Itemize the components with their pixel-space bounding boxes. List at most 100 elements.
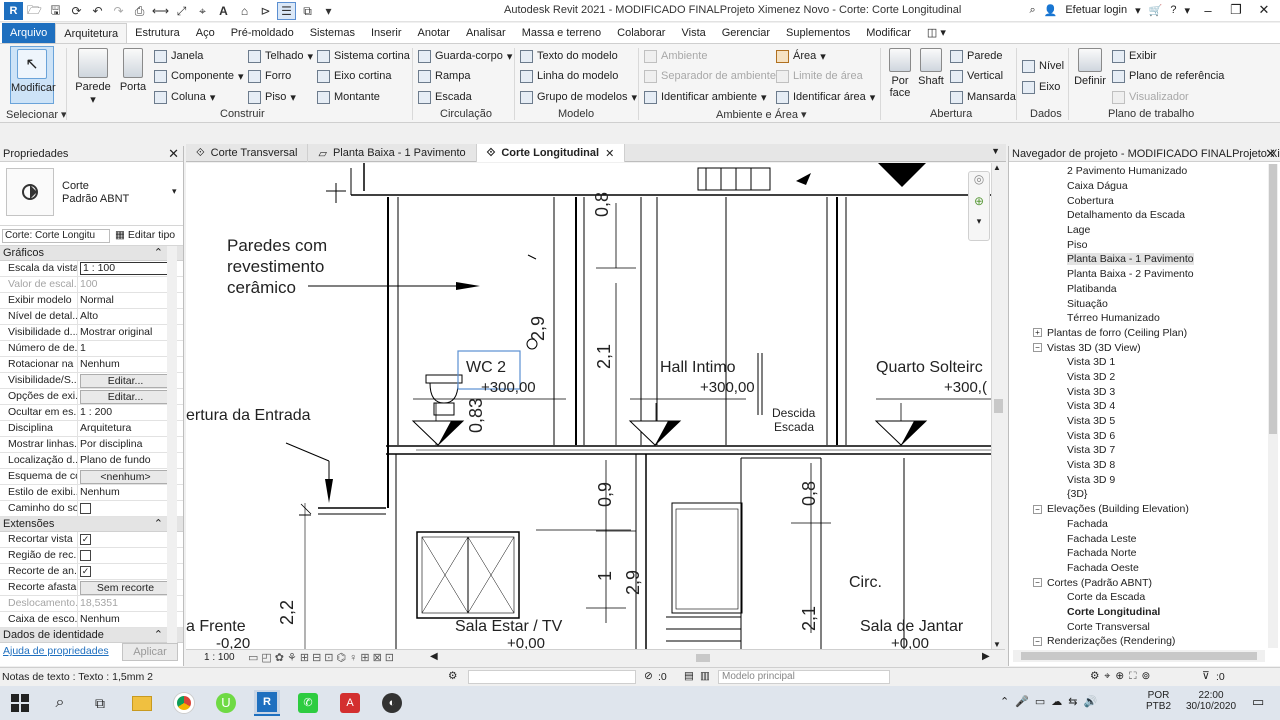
piso-button[interactable]: Piso ▾	[248, 88, 296, 106]
tab-sistemas[interactable]: Sistemas	[302, 23, 363, 43]
eixo-button[interactable]: Eixo	[1022, 78, 1060, 96]
upwork-icon[interactable]: U	[214, 691, 238, 715]
browser-node[interactable]: Corte Longitudinal	[1009, 605, 1267, 620]
browser-node[interactable]: Fachada Leste	[1009, 531, 1267, 546]
collapse-icon[interactable]: −	[1033, 578, 1042, 588]
rampa-button[interactable]: Rampa	[418, 67, 470, 85]
scroll-left-icon[interactable]: ◀	[430, 651, 438, 662]
scroll-thumb[interactable]	[1269, 164, 1277, 434]
tab-gerenciar[interactable]: Gerenciar	[714, 23, 778, 43]
browser-node[interactable]: Platibanda	[1009, 282, 1267, 297]
janela-button[interactable]: Janela	[154, 47, 203, 65]
forro-button[interactable]: Forro	[248, 67, 291, 85]
sync-icon[interactable]: ⟳	[67, 2, 86, 20]
porta-button[interactable]: Porta	[116, 46, 150, 104]
close-icon[interactable]: ✕	[168, 146, 179, 162]
area-button[interactable]: Área ▾	[776, 47, 826, 65]
browser-node[interactable]: Corte Transversal	[1009, 619, 1267, 634]
label-descida[interactable]: Descida	[772, 406, 815, 420]
login-button[interactable]: Efetuar login	[1065, 4, 1127, 16]
instance-filter-dropdown[interactable]: Corte: Corte Longitu	[2, 229, 110, 243]
telhado-button[interactable]: Telhado ▾	[248, 47, 313, 65]
open-icon[interactable]: 🗁	[25, 2, 44, 20]
tag-icon[interactable]: ⌖	[193, 2, 212, 20]
save-icon[interactable]: 🖫	[46, 2, 65, 20]
close-icon[interactable]: ✕	[1254, 2, 1274, 18]
print-icon[interactable]: ⎙	[130, 2, 149, 20]
tab-estrutura[interactable]: Estrutura	[127, 23, 188, 43]
revit-logo-icon[interactable]: R	[4, 2, 23, 20]
selecionar-panel-label[interactable]: Selecionar ▾	[6, 108, 67, 121]
browser-node[interactable]: {3D}	[1009, 487, 1267, 502]
properties-scrollbar[interactable]	[167, 246, 177, 646]
collapse-icon[interactable]: ⌃	[154, 628, 163, 641]
nivel-button[interactable]: Nível	[1022, 57, 1064, 75]
dim-text[interactable]: 0,83	[466, 398, 487, 433]
browser-node[interactable]: Caixa Dágua	[1009, 179, 1267, 194]
edit-type-button[interactable]: ▦ Editar tipo	[115, 229, 175, 241]
tabs-dropdown-icon[interactable]: ▼	[985, 144, 1006, 161]
tab-analisar[interactable]: Analisar	[458, 23, 514, 43]
label-cobertura-entrada[interactable]: ertura da Entrada	[186, 407, 311, 425]
browser-vertical-scrollbar[interactable]	[1268, 164, 1278, 648]
room-hall[interactable]: Hall Intimo	[660, 359, 736, 377]
escada-button[interactable]: Escada	[418, 88, 472, 106]
scroll-down-icon[interactable]: ▼	[993, 640, 1001, 649]
montante-button[interactable]: Montante	[317, 88, 380, 106]
browser-node[interactable]: Fachada Norte	[1009, 546, 1267, 561]
browser-node[interactable]: Detalhamento da Escada	[1009, 208, 1267, 223]
help-link[interactable]: Ajuda de propriedades	[3, 645, 109, 657]
edit-visibility-button[interactable]: Editar...	[80, 374, 171, 388]
dim-text[interactable]: 0,8	[592, 192, 613, 217]
browser-node[interactable]: Situação	[1009, 296, 1267, 311]
3d-view-icon[interactable]: ⌂	[235, 2, 254, 20]
guarda-corpo-button[interactable]: Guarda-corpo ▾	[418, 47, 512, 65]
parede-abertura-button[interactable]: Parede	[950, 47, 1002, 65]
scroll-up-icon[interactable]: ▲	[993, 163, 1001, 172]
plano-referencia-button[interactable]: Plano de referência	[1112, 67, 1224, 85]
annotation-crop-checkbox[interactable]: ✓	[80, 566, 91, 577]
customize-qat-icon[interactable]: ▾	[319, 2, 338, 20]
separador-ambiente-button[interactable]: Separador de ambiente	[644, 67, 776, 85]
dim-text[interactable]: 2,1	[594, 344, 615, 369]
browser-node[interactable]: Corte da Escada	[1009, 590, 1267, 605]
browser-node[interactable]: − Elevações (Building Elevation)	[1009, 502, 1267, 517]
scroll-thumb[interactable]	[1021, 652, 1257, 660]
ambiente-button[interactable]: Ambiente	[644, 47, 707, 65]
room-quarto[interactable]: Quarto Solteirc	[876, 359, 983, 377]
close-icon[interactable]: ✕	[1265, 146, 1276, 162]
note-paredes[interactable]: Paredes com revestimento cerâmico	[227, 235, 327, 298]
parede-button[interactable]: Parede ▾	[72, 46, 114, 106]
label-circ[interactable]: Circ.	[849, 574, 882, 592]
shaft-button[interactable]: Shaft	[916, 46, 946, 104]
modificar-button[interactable]: ↖ Modificar	[10, 46, 56, 104]
collapse-icon[interactable]: −	[1033, 504, 1042, 514]
browser-node[interactable]: Térreo Humanizado	[1009, 311, 1267, 326]
tab-anotar[interactable]: Anotar	[410, 23, 458, 43]
browser-node[interactable]: Piso	[1009, 237, 1267, 252]
browser-node[interactable]: − Cortes (Padrão ABNT)	[1009, 575, 1267, 590]
dimension-icon[interactable]: ⤢	[172, 2, 191, 20]
group-identidade[interactable]: Dados de identidade ⌃	[0, 628, 183, 643]
type-selector[interactable]: Corte Padrão ABNT ▾	[0, 162, 183, 226]
workset-dropdown[interactable]	[468, 670, 636, 684]
scale-input[interactable]: 1 : 100	[80, 262, 169, 275]
eixo-cortina-button[interactable]: Eixo cortina	[317, 67, 391, 85]
browser-node[interactable]: Vista 3D 6	[1009, 428, 1267, 443]
design-options-2-icon[interactable]: ▥	[700, 670, 710, 682]
tab-suplementos[interactable]: Suplementos	[778, 23, 858, 43]
sun-path-checkbox[interactable]	[80, 503, 91, 514]
browser-node[interactable]: Vista 3D 2	[1009, 370, 1267, 385]
browser-node[interactable]: Vista 3D 4	[1009, 399, 1267, 414]
design-option-dropdown[interactable]: Modelo principal	[718, 670, 890, 684]
browser-node[interactable]: Vista 3D 3	[1009, 384, 1267, 399]
browser-node[interactable]: Vista 3D 1	[1009, 355, 1267, 370]
group-extensoes[interactable]: Extensões ⌃	[0, 517, 183, 532]
scroll-thumb[interactable]	[994, 399, 1003, 413]
editable-only-icon[interactable]: ⊘	[644, 670, 653, 682]
steering-wheel-icon[interactable]: ◎	[969, 172, 989, 194]
crop-region-checkbox[interactable]	[80, 550, 91, 561]
crop-view-checkbox[interactable]: ✓	[80, 534, 91, 545]
tab-inserir[interactable]: Inserir	[363, 23, 410, 43]
chevron-down-icon[interactable]: ▾	[172, 186, 177, 197]
